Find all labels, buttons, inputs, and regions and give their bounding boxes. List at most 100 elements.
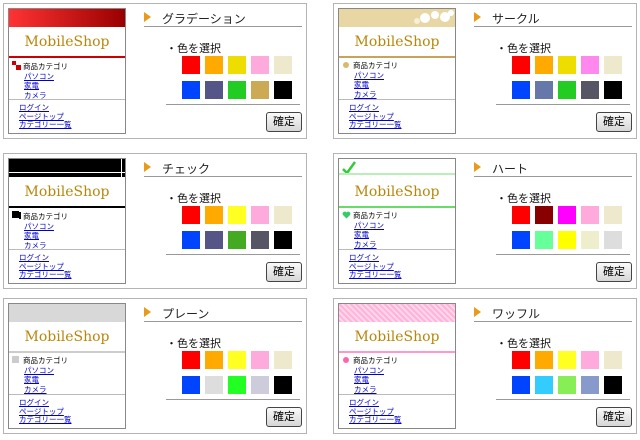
category-link-0[interactable]: パソコン [12, 222, 124, 232]
title-arrow-icon [474, 307, 481, 317]
color-swatch-8[interactable] [251, 231, 269, 249]
color-swatch-9[interactable] [274, 81, 292, 99]
color-swatch-2[interactable] [558, 351, 576, 369]
color-swatch-2[interactable] [228, 56, 246, 74]
color-swatch-5[interactable] [512, 376, 530, 394]
preview-header [339, 304, 455, 322]
color-swatch-6[interactable] [535, 231, 553, 249]
color-swatch-2[interactable] [558, 56, 576, 74]
color-swatch-4[interactable] [604, 351, 622, 369]
category-link-2[interactable]: カメラ [342, 385, 454, 395]
color-swatch-4[interactable] [274, 351, 292, 369]
color-swatch-1[interactable] [535, 351, 553, 369]
color-swatch-7[interactable] [228, 231, 246, 249]
color-swatch-0[interactable] [512, 56, 530, 74]
color-swatch-6[interactable] [535, 81, 553, 99]
category-link-0[interactable]: パソコン [342, 71, 454, 81]
color-swatch-8[interactable] [251, 376, 269, 394]
confirm-divider [166, 104, 300, 105]
color-swatch-7[interactable] [228, 81, 246, 99]
color-swatch-8[interactable] [581, 81, 599, 99]
color-swatch-8[interactable] [581, 231, 599, 249]
confirm-button[interactable]: 確定 [266, 407, 302, 427]
color-swatch-9[interactable] [274, 376, 292, 394]
color-swatch-3[interactable] [581, 351, 599, 369]
category-link-2[interactable]: カメラ [342, 240, 454, 250]
color-swatch-7[interactable] [558, 231, 576, 249]
color-swatch-6[interactable] [205, 376, 223, 394]
footer-link-2[interactable]: カテゴリー一覧 [349, 415, 402, 425]
footer-link-2[interactable]: カテゴリー一覧 [19, 120, 72, 130]
color-swatch-5[interactable] [512, 231, 530, 249]
color-swatch-7[interactable] [558, 376, 576, 394]
color-swatch-4[interactable] [274, 206, 292, 224]
category-label: 商品カテゴリ [23, 212, 68, 221]
category-link-1[interactable]: 家電 [342, 80, 454, 90]
color-swatch-5[interactable] [182, 81, 200, 99]
title-underline [474, 26, 632, 27]
color-swatch-0[interactable] [512, 206, 530, 224]
color-swatch-1[interactable] [205, 206, 223, 224]
color-swatch-6[interactable] [205, 231, 223, 249]
category-link-2[interactable]: カメラ [342, 90, 454, 100]
category-link-1[interactable]: 家電 [12, 375, 124, 385]
color-swatch-4[interactable] [274, 56, 292, 74]
color-swatch-0[interactable] [512, 351, 530, 369]
color-swatch-1[interactable] [205, 351, 223, 369]
preview-divider [9, 206, 125, 208]
color-swatch-0[interactable] [182, 351, 200, 369]
preview-brand: MobileShop [354, 34, 440, 50]
confirm-button[interactable]: 確定 [596, 407, 632, 427]
footer-link-2[interactable]: カテゴリー一覧 [349, 270, 402, 280]
color-swatch-3[interactable] [581, 56, 599, 74]
confirm-button[interactable]: 確定 [596, 262, 632, 282]
color-swatch-5[interactable] [182, 376, 200, 394]
color-swatch-1[interactable] [535, 56, 553, 74]
color-swatch-9[interactable] [604, 376, 622, 394]
color-swatch-3[interactable] [251, 351, 269, 369]
color-swatch-0[interactable] [182, 206, 200, 224]
category-link-1[interactable]: 家電 [12, 81, 124, 91]
footer-link-2[interactable]: カテゴリー一覧 [349, 120, 402, 130]
color-swatch-6[interactable] [535, 376, 553, 394]
category-link-1[interactable]: 家電 [342, 230, 454, 240]
color-swatch-8[interactable] [581, 376, 599, 394]
color-swatch-3[interactable] [581, 206, 599, 224]
color-swatch-2[interactable] [228, 206, 246, 224]
panel-title-text: チェック [162, 162, 211, 176]
color-swatch-2[interactable] [228, 351, 246, 369]
color-swatch-5[interactable] [512, 81, 530, 99]
color-swatch-0[interactable] [182, 56, 200, 74]
category-link-2[interactable]: カメラ [12, 385, 124, 395]
color-swatch-8[interactable] [251, 81, 269, 99]
panel-title-text: ワッフル [492, 307, 541, 321]
preview-divider [339, 206, 455, 208]
category-link-0[interactable]: パソコン [12, 366, 124, 376]
color-swatch-4[interactable] [604, 56, 622, 74]
color-swatch-7[interactable] [558, 81, 576, 99]
color-swatch-6[interactable] [205, 81, 223, 99]
category-link-1[interactable]: 家電 [12, 231, 124, 241]
confirm-button[interactable]: 確定 [266, 112, 302, 132]
color-swatch-4[interactable] [604, 206, 622, 224]
confirm-button[interactable]: 確定 [266, 262, 302, 282]
footer-link-2[interactable]: カテゴリー一覧 [19, 270, 72, 280]
category-link-0[interactable]: パソコン [342, 366, 454, 376]
category-link-0[interactable]: パソコン [12, 72, 124, 82]
color-swatch-7[interactable] [228, 376, 246, 394]
color-swatch-3[interactable] [251, 206, 269, 224]
preview-divider [339, 56, 455, 58]
color-swatch-3[interactable] [251, 56, 269, 74]
color-swatch-9[interactable] [274, 231, 292, 249]
color-swatch-9[interactable] [604, 81, 622, 99]
color-swatch-9[interactable] [604, 231, 622, 249]
color-swatch-2[interactable] [558, 206, 576, 224]
color-swatch-1[interactable] [535, 206, 553, 224]
confirm-button[interactable]: 確定 [596, 112, 632, 132]
category-link-0[interactable]: パソコン [342, 221, 454, 231]
color-swatch-1[interactable] [205, 56, 223, 74]
category-link-1[interactable]: 家電 [342, 375, 454, 385]
footer-link-2[interactable]: カテゴリー一覧 [19, 415, 72, 425]
color-swatch-5[interactable] [182, 231, 200, 249]
title-arrow-icon [474, 162, 481, 172]
